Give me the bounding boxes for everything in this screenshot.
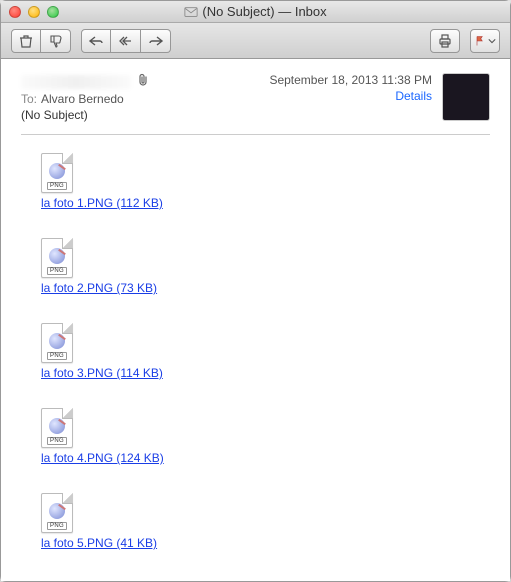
junk-button[interactable]: [41, 29, 71, 53]
print-button[interactable]: [430, 29, 460, 53]
preview-glyph-icon: [49, 503, 65, 519]
file-type-badge: PNG: [47, 352, 67, 360]
file-icon[interactable]: PNG: [41, 323, 73, 363]
message-header: To: Alvaro Bernedo (No Subject) September…: [21, 73, 490, 122]
attachment-item: PNG la foto 1.PNG (112 KB): [41, 153, 490, 210]
attachment-link[interactable]: la foto 3.PNG (114 KB): [41, 366, 163, 380]
message-date: September 18, 2013 11:38 PM: [269, 73, 432, 87]
details-link[interactable]: Details: [395, 89, 432, 103]
attachment-indicator-icon: [137, 73, 149, 90]
to-value: Alvaro Bernedo: [41, 92, 124, 106]
attachment-item: PNG la foto 2.PNG (73 KB): [41, 238, 490, 295]
envelope-icon: [184, 5, 198, 19]
flag-button[interactable]: [470, 29, 500, 53]
window-titlebar: (No Subject) — Inbox: [1, 1, 510, 23]
toolbar: [1, 23, 510, 59]
reply-all-arrow-icon: [118, 33, 134, 49]
attachment-item: PNG la foto 3.PNG (114 KB): [41, 323, 490, 380]
preview-glyph-icon: [49, 418, 65, 434]
file-icon[interactable]: PNG: [41, 238, 73, 278]
file-type-badge: PNG: [47, 182, 67, 190]
sender-avatar: [442, 73, 490, 121]
preview-glyph-icon: [49, 333, 65, 349]
thumbs-down-icon: [48, 33, 64, 49]
reply-arrow-icon: [88, 33, 104, 49]
minimize-window-button[interactable]: [28, 6, 40, 18]
file-icon[interactable]: PNG: [41, 408, 73, 448]
preview-glyph-icon: [49, 248, 65, 264]
delete-button[interactable]: [11, 29, 41, 53]
attachment-link[interactable]: la foto 5.PNG (41 KB): [41, 536, 157, 550]
attachment-link[interactable]: la foto 2.PNG (73 KB): [41, 281, 157, 295]
reply-button[interactable]: [81, 29, 111, 53]
from-name: [21, 75, 131, 89]
file-icon[interactable]: PNG: [41, 493, 73, 533]
zoom-window-button[interactable]: [47, 6, 59, 18]
flag-icon: [474, 35, 486, 47]
file-type-badge: PNG: [47, 267, 67, 275]
reply-all-button[interactable]: [111, 29, 141, 53]
forward-arrow-icon: [148, 33, 164, 49]
trash-icon: [18, 33, 34, 49]
window-title: (No Subject) — Inbox: [202, 4, 326, 19]
file-type-badge: PNG: [47, 437, 67, 445]
subject-line: (No Subject): [21, 108, 259, 122]
attachment-item: PNG la foto 4.PNG (124 KB): [41, 408, 490, 465]
chevron-down-icon: [488, 37, 496, 45]
forward-button[interactable]: [141, 29, 171, 53]
header-divider: [21, 134, 490, 135]
attachment-item: PNG la foto 5.PNG (41 KB): [41, 493, 490, 550]
close-window-button[interactable]: [9, 6, 21, 18]
to-label: To:: [21, 92, 37, 106]
attachment-link[interactable]: la foto 1.PNG (112 KB): [41, 196, 163, 210]
printer-icon: [437, 33, 453, 49]
file-type-badge: PNG: [47, 522, 67, 530]
attachment-link[interactable]: la foto 4.PNG (124 KB): [41, 451, 164, 465]
file-icon[interactable]: PNG: [41, 153, 73, 193]
preview-glyph-icon: [49, 163, 65, 179]
